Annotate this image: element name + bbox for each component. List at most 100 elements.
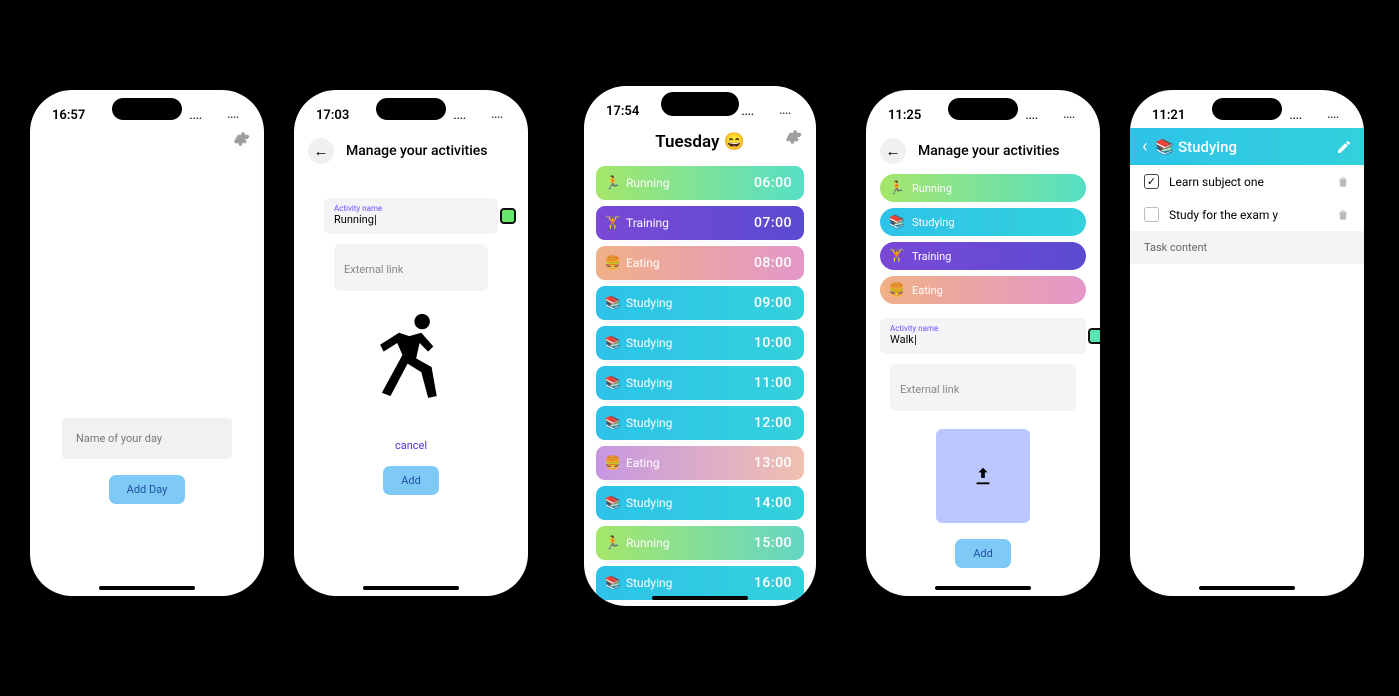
activity-icon: 📚 (604, 336, 622, 351)
activity-label: Running (626, 176, 670, 190)
activity-label: Training (912, 250, 951, 263)
schedule-list[interactable]: 🏃Running06:00🏋️Training07:00🍔Eating08:00… (584, 152, 816, 600)
signal-dots: .... (741, 105, 754, 118)
day-name-placeholder: Name of your day (76, 432, 162, 445)
screen-studying-tasks: 11:21 .... ‹ 📚 Studying Learn subject on… (1130, 90, 1364, 596)
activity-icon: 📚 (604, 296, 622, 311)
add-button[interactable]: Add (383, 466, 439, 495)
day-name-input[interactable]: Name of your day (62, 418, 232, 459)
activity-icon: 🏋️ (604, 216, 622, 231)
add-day-button[interactable]: Add Day (109, 475, 186, 504)
activity-pill[interactable]: 🏃Running (880, 174, 1086, 202)
upload-image-button[interactable] (936, 429, 1030, 523)
schedule-item[interactable]: 🏋️ Training 07:00 (596, 206, 804, 240)
new-task-input[interactable]: Task content (1130, 231, 1364, 264)
home-indicator[interactable] (1199, 586, 1295, 590)
activity-label: Training (626, 216, 669, 230)
cancel-button[interactable]: cancel (310, 439, 512, 452)
activity-pill[interactable]: 🍔Eating (880, 276, 1086, 304)
schedule-item[interactable]: 🏃Running06:00 (596, 166, 804, 200)
activity-pill[interactable]: 🏋️ Training (880, 242, 1086, 270)
notch (661, 92, 739, 116)
screen-manage-activity-walk: 11:25 .... ← Manage your activities 🏃Run… (866, 90, 1100, 596)
back-chevron-icon[interactable]: ‹ (1142, 136, 1147, 157)
status-time: 17:54 (606, 104, 639, 119)
activity-time: 10:00 (754, 335, 792, 351)
task-row: Study for the exam y (1130, 198, 1364, 231)
schedule-item[interactable]: 📚Studying14:00 (596, 486, 804, 520)
signal-dots: .... (189, 109, 202, 122)
status-indicators: .... (453, 109, 506, 122)
activity-icon: 📚 (604, 576, 622, 591)
settings-icon[interactable] (784, 128, 802, 150)
activity-icon: 🏃 (604, 176, 622, 191)
day-title: Tuesday 😄 (584, 132, 816, 152)
activity-time: 13:00 (754, 455, 792, 471)
home-indicator[interactable] (99, 586, 195, 590)
status-time: 17:03 (316, 108, 349, 123)
settings-icon[interactable] (232, 130, 250, 152)
activity-icon: 🏋️ (888, 249, 906, 264)
activity-label: Studying (626, 296, 672, 310)
schedule-item[interactable]: 🍔Eating08:00 (596, 246, 804, 280)
screen-day-schedule: 17:54 .... Tuesday 😄 🏃Running06:00🏋️Trai… (576, 78, 824, 614)
back-button[interactable]: ← (880, 138, 906, 164)
activity-label: Studying (912, 216, 955, 229)
activity-icon: 🍔 (604, 256, 622, 271)
edit-icon[interactable] (1336, 139, 1352, 155)
page-title: Manage your activities (346, 143, 488, 159)
activity-name-label: Activity name (334, 204, 488, 213)
home-indicator[interactable] (363, 586, 459, 590)
schedule-item[interactable]: 📚 Studying 12:00 (596, 406, 804, 440)
task-row: Learn subject one (1130, 165, 1364, 198)
activity-label: Studying (626, 416, 672, 430)
activity-icon: 🏃 (888, 181, 906, 196)
status-time: 11:25 (888, 108, 921, 123)
color-swatch[interactable] (1088, 328, 1100, 344)
task-checkbox[interactable] (1144, 174, 1159, 189)
activity-time: 15:00 (754, 535, 792, 551)
notch (112, 98, 182, 120)
schedule-item[interactable]: 🏃Running15:00 (596, 526, 804, 560)
new-task-placeholder: Task content (1144, 241, 1207, 254)
schedule-item[interactable]: 📚 Studying 10:00 (596, 326, 804, 360)
activity-time: 16:00 (754, 575, 792, 591)
status-time: 11:21 (1152, 108, 1185, 123)
external-link-input[interactable]: External link (890, 364, 1076, 411)
cancel-button-label: cancel (395, 439, 427, 452)
activity-time: 09:00 (754, 295, 792, 311)
activity-time: 12:00 (754, 415, 792, 431)
activity-icon: 📚 (604, 496, 622, 511)
studying-header-title: Studying (1178, 138, 1237, 156)
trash-icon[interactable] (1336, 175, 1350, 189)
activity-label: Eating (626, 256, 660, 270)
task-label: Study for the exam y (1169, 208, 1326, 222)
trash-icon[interactable] (1336, 208, 1350, 222)
activity-icon: 🍔 (604, 456, 622, 471)
schedule-item[interactable]: 📚 Studying 09:00 (596, 286, 804, 320)
activity-pill[interactable]: 📚Studying (880, 208, 1086, 236)
activity-label: Running (626, 536, 670, 550)
schedule-item[interactable]: 📚 Studying 16:00 (596, 566, 804, 600)
schedule-item[interactable]: 🍔Eating13:00 (596, 446, 804, 480)
activity-time: 07:00 (754, 215, 792, 231)
activity-name-input[interactable]: Activity name Running (324, 198, 498, 234)
back-button[interactable]: ← (308, 138, 334, 164)
signal-dots: .... (453, 109, 466, 122)
home-indicator[interactable] (935, 586, 1031, 590)
task-checkbox[interactable] (1144, 207, 1159, 222)
home-indicator[interactable] (652, 596, 748, 600)
add-day-button-label: Add Day (127, 483, 168, 496)
schedule-item[interactable]: 📚Studying11:00 (596, 366, 804, 400)
activity-label: Studying (626, 336, 672, 350)
add-button-label: Add (401, 474, 421, 487)
activity-icon: 📚 (604, 416, 622, 431)
task-label: Learn subject one (1169, 175, 1326, 189)
external-link-placeholder: External link (344, 263, 403, 276)
color-swatch[interactable] (500, 208, 516, 224)
activity-label: Studying (626, 576, 672, 590)
activity-name-input[interactable]: Activity name Walk (880, 318, 1086, 354)
add-button[interactable]: Add (955, 539, 1011, 568)
activity-label: Studying (626, 376, 672, 390)
external-link-input[interactable]: External link (334, 244, 488, 291)
